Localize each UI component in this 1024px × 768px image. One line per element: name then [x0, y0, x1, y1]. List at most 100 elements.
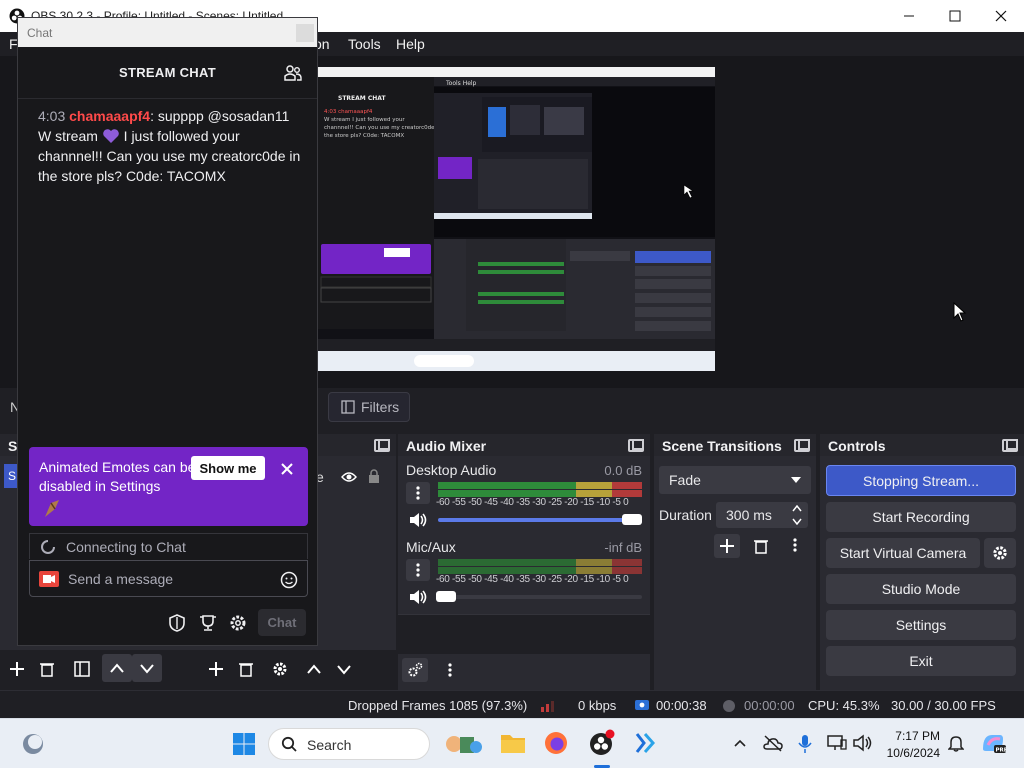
- mic-aux-volume-slider[interactable]: [438, 595, 642, 599]
- source-up-chevron-icon[interactable]: [306, 663, 322, 675]
- controls-float-icon[interactable]: [1002, 439, 1018, 452]
- scene-filters-icon[interactable]: [74, 661, 90, 677]
- chevron-up-icon: [110, 663, 124, 673]
- network-health-icon: [541, 701, 554, 712]
- chat-settings-gear-icon[interactable]: [229, 614, 247, 632]
- show-me-button[interactable]: Show me: [191, 456, 265, 480]
- drops-trophy-icon[interactable]: [199, 614, 217, 632]
- speaker-icon[interactable]: [408, 512, 428, 528]
- community-users-icon[interactable]: [284, 65, 302, 81]
- scene-item-selected[interactable]: S: [4, 464, 18, 488]
- settings-button[interactable]: Settings: [826, 610, 1016, 640]
- filters-button[interactable]: Filters: [328, 392, 410, 422]
- chat-message-username[interactable]: chamaaapf4: [69, 108, 150, 124]
- animated-emotes-text: Animated Emotes can be disabled in Setti…: [39, 459, 196, 494]
- moderation-shield-icon[interactable]: [169, 614, 185, 632]
- send-message-placeholder: Send a message: [68, 571, 174, 587]
- maximize-button[interactable]: [932, 0, 978, 32]
- desktop-audio-volume-handle[interactable]: [622, 514, 642, 525]
- add-scene-icon[interactable]: [9, 661, 25, 677]
- mic-aux-label: Mic/Aux: [406, 539, 456, 555]
- start-recording-button[interactable]: Start Recording: [826, 502, 1016, 532]
- scenes-sources-toolbar: [0, 650, 396, 688]
- chat-header: STREAM CHAT: [18, 47, 317, 99]
- send-message-input[interactable]: Send a message: [29, 560, 308, 597]
- notifications-bell-icon[interactable]: [948, 734, 964, 752]
- dismiss-close-icon[interactable]: [281, 463, 293, 475]
- duration-spinbox[interactable]: 300 ms: [716, 502, 808, 528]
- minimize-button[interactable]: [886, 0, 932, 32]
- desktop-audio-volume-slider[interactable]: [438, 518, 632, 522]
- recording-icon: [723, 700, 735, 712]
- eye-icon[interactable]: [341, 471, 357, 483]
- desktop-audio-ticks: -60 -55 -50 -45 -40 -35 -30 -25 -20 -15 …: [436, 497, 629, 508]
- desktop-audio-menu-button[interactable]: [406, 482, 430, 504]
- controls-dock: Controls Stopping Stream... Start Record…: [820, 434, 1024, 690]
- add-source-icon[interactable]: [208, 661, 224, 677]
- mic-aux-meter2-red: [612, 567, 642, 574]
- source-down-chevron-icon[interactable]: [336, 663, 352, 675]
- close-button[interactable]: [978, 0, 1024, 32]
- add-transition-button[interactable]: [714, 534, 740, 558]
- remove-scene-icon[interactable]: [39, 661, 55, 677]
- audio-mixer-header: Audio Mixer: [398, 434, 650, 456]
- spin-up-icon[interactable]: [792, 505, 802, 512]
- mic-aux-meter-yellow: [576, 559, 612, 566]
- chat-message: 4:03 chamaaapf4: supppp @sosadan11 W str…: [38, 106, 306, 186]
- weather-widget-icon[interactable]: [21, 732, 45, 756]
- desktop-audio-meter2-red: [612, 490, 642, 497]
- stopping-stream-button[interactable]: Stopping Stream...: [826, 465, 1016, 496]
- chat-close-button[interactable]: [296, 24, 314, 42]
- visual-studio-code-icon[interactable]: [632, 730, 658, 756]
- firefox-icon[interactable]: [543, 730, 569, 756]
- transition-menu-kebab-icon[interactable]: [793, 538, 797, 552]
- search-highlight-icon[interactable]: [442, 731, 486, 757]
- exit-button[interactable]: Exit: [826, 646, 1016, 676]
- studio-mode-button[interactable]: Studio Mode: [826, 574, 1016, 604]
- transition-select[interactable]: Fade: [659, 466, 811, 494]
- mic-aux-meter-green: [438, 559, 576, 566]
- speaker-icon[interactable]: [408, 589, 428, 605]
- remove-transition-icon[interactable]: [753, 538, 769, 554]
- copilot-icon[interactable]: PRE: [980, 731, 1006, 755]
- chat-send-button[interactable]: Chat: [258, 609, 306, 636]
- menu-tools[interactable]: Tools: [348, 36, 381, 52]
- spin-down-icon[interactable]: [792, 518, 802, 525]
- remove-source-icon[interactable]: [238, 661, 254, 677]
- windows-start-icon[interactable]: [232, 732, 256, 756]
- transition-select-value: Fade: [669, 472, 701, 488]
- connecting-text: Connecting to Chat: [66, 539, 186, 555]
- microphone-icon[interactable]: [798, 734, 812, 754]
- advanced-audio-button[interactable]: [402, 658, 428, 682]
- sources-dock-float-icon[interactable]: [374, 439, 390, 452]
- move-scene-down-button[interactable]: [132, 654, 162, 682]
- stream-preview[interactable]: Tools Help STREAM CHAT 4:03 chamaaapf4 W…: [318, 67, 715, 371]
- mic-aux-volume-handle[interactable]: [436, 591, 456, 602]
- move-scene-up-button[interactable]: [102, 654, 132, 682]
- controls-title: Controls: [828, 438, 886, 454]
- network-icon[interactable]: [827, 734, 847, 752]
- start-virtual-camera-button[interactable]: Start Virtual Camera: [826, 538, 980, 568]
- clock-time[interactable]: 7:17 PM: [888, 729, 940, 743]
- mixer-menu-kebab-icon[interactable]: [448, 663, 452, 677]
- volume-icon[interactable]: [852, 734, 874, 752]
- preview-capture-image: Tools Help STREAM CHAT 4:03 chamaaapf4 W…: [318, 67, 715, 371]
- onedrive-offline-icon[interactable]: [763, 734, 783, 752]
- desktop-audio-meter2-yellow: [576, 490, 612, 497]
- emoji-picker-icon[interactable]: [280, 571, 298, 589]
- show-hidden-icons-chevron-icon[interactable]: [733, 738, 747, 748]
- gear-icon: [993, 546, 1007, 560]
- file-explorer-icon[interactable]: [499, 730, 527, 756]
- audio-mixer-float-icon[interactable]: [628, 439, 644, 452]
- virtual-camera-settings-button[interactable]: [984, 538, 1016, 568]
- source-properties-gear-icon[interactable]: [272, 661, 288, 677]
- scene-transitions-float-icon[interactable]: [794, 439, 810, 452]
- lock-icon[interactable]: [368, 469, 380, 484]
- taskbar-search-box[interactable]: Search: [268, 728, 430, 760]
- mic-aux-meter-red: [612, 559, 642, 566]
- clock-date[interactable]: 10/6/2024: [882, 746, 940, 760]
- obs-taskbar-icon[interactable]: [588, 729, 616, 757]
- animated-emotes-banner: Animated Emotes can be disabled in Setti…: [29, 447, 308, 526]
- mic-aux-menu-button[interactable]: [406, 559, 430, 581]
- menu-help[interactable]: Help: [396, 36, 425, 52]
